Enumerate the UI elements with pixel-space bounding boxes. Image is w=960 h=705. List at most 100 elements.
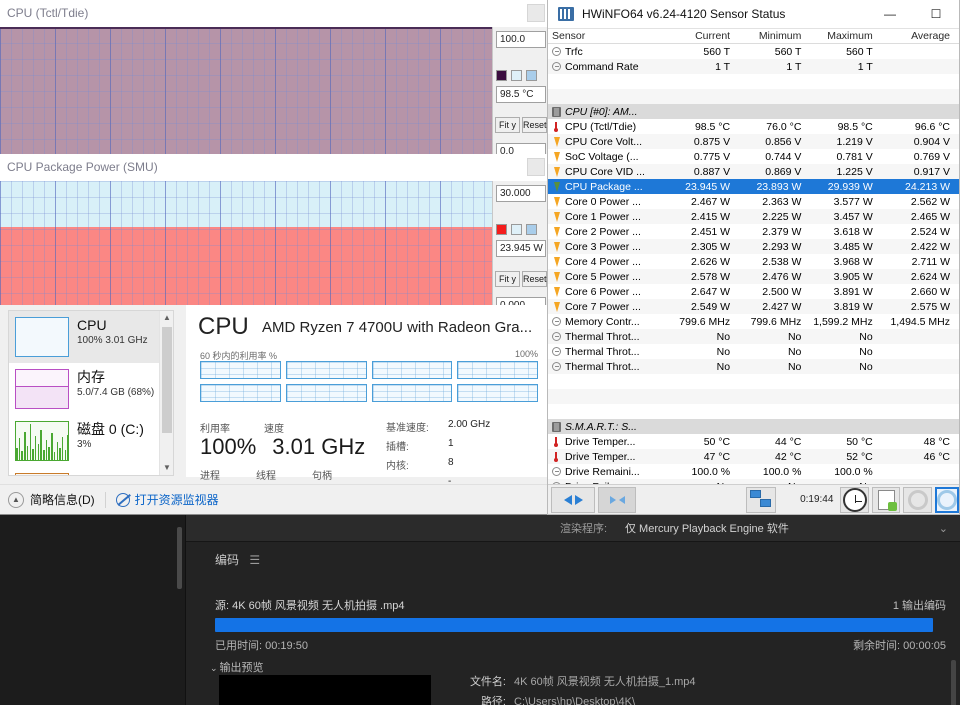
graph-close-button-0[interactable] <box>527 4 545 22</box>
graph-swatch-current-1[interactable] <box>496 224 507 235</box>
graph-reset-button-0[interactable]: Reset <box>522 117 547 133</box>
sensor-row[interactable]: CPU Core Volt... 0.875 V 0.856 V 1.219 V 0.9… <box>548 134 959 149</box>
scroll-thumb[interactable] <box>162 327 172 433</box>
task-manager-list-item[interactable]: Wi-Fi <box>9 467 173 475</box>
output-preview-toggle[interactable]: ⌄ 输出预览 <box>210 659 264 675</box>
configure-button[interactable] <box>934 486 959 513</box>
settings-button[interactable] <box>903 486 932 513</box>
graph-fity-button-0[interactable]: Fit y <box>495 117 520 133</box>
minimize-button[interactable]: — <box>867 0 913 29</box>
sensor-row[interactable]: Core 6 Power ... 2.647 W 2.500 W 3.891 W 2.6… <box>548 284 959 299</box>
open-resource-monitor-link[interactable]: 打开资源监视器 <box>115 491 219 508</box>
fewer-details-button[interactable]: ▲ 简略信息(D) <box>8 491 95 508</box>
voltage-icon <box>552 151 561 162</box>
task-manager-cpu-detail: CPU AMD Ryzen 7 4700U with Radeon Gra...… <box>186 305 548 487</box>
cpu-spec-value: 2.00 GHz <box>448 419 491 430</box>
sensor-row[interactable]: CPU Core VID ... 0.887 V 0.869 V 1.225 V 0.9… <box>548 164 959 179</box>
output-meta-value: 4K 60帧 风景视频 无人机拍摄_1.mp4 <box>514 676 696 688</box>
task-manager-list-item[interactable]: 内存 5.0/7.4 GB (68%) <box>9 363 173 415</box>
sensor-row[interactable]: Core 4 Power ... 2.626 W 2.538 W 3.968 W 2.7… <box>548 254 959 269</box>
sensor-row[interactable]: Thermal Throt... No No No <box>548 359 959 374</box>
sensor-row[interactable]: CPU Package ... 23.945 W 23.893 W 29.939 W 2… <box>548 179 959 194</box>
scroll-down-icon[interactable]: ▼ <box>160 461 173 475</box>
graph-close-button-1[interactable] <box>527 158 545 176</box>
sensor-row[interactable]: CPU (Tctl/Tdie) 98.5 °C 76.0 °C 98.5 °C 96.6… <box>548 119 959 134</box>
sensor-name-label: Drive Remaini... <box>565 465 640 478</box>
sensor-row[interactable]: Command Rate 1 T 1 T 1 T <box>548 59 959 74</box>
sensor-table[interactable]: Sensor Current Minimum Maximum Average T… <box>548 29 959 484</box>
graph-swatch-min-1[interactable] <box>511 224 522 235</box>
column-header-minimum[interactable]: Minimum <box>739 30 810 42</box>
cpu-logical-core-graphs[interactable] <box>200 361 538 402</box>
graph-fity-button-1[interactable]: Fit y <box>495 271 520 287</box>
renderer-value[interactable]: 仅 Mercury Playback Engine 软件 <box>625 520 789 536</box>
list-scrollbar[interactable]: ▲ ▼ <box>159 311 173 475</box>
navigate-prev-next-button[interactable] <box>551 486 596 513</box>
sensor-average-value: 2.422 W <box>910 240 950 253</box>
cpu-graph-axis-max: 100% <box>514 349 538 359</box>
polling-interval-button[interactable] <box>840 486 869 513</box>
collapse-expand-button[interactable] <box>598 486 636 513</box>
graph-reset-button-1[interactable]: Reset <box>522 271 547 287</box>
menu-hamburger-icon[interactable]: ☰ <box>249 553 260 567</box>
cpu-process-label: 进程 <box>200 471 220 482</box>
column-header-average[interactable]: Average <box>882 30 959 42</box>
scroll-up-icon[interactable]: ▲ <box>160 311 173 325</box>
graph-swatch-min-0[interactable] <box>511 70 522 81</box>
sensor-row[interactable]: Thermal Throt... No No No <box>548 329 959 344</box>
logging-button[interactable] <box>871 486 901 513</box>
graph-swatch-max-0[interactable] <box>526 70 537 81</box>
sensor-row[interactable]: Core 5 Power ... 2.578 W 2.476 W 3.905 W 2.6… <box>548 269 959 284</box>
sensor-name-label: CPU Core VID ... <box>565 165 645 178</box>
output-meta-row: 文件名: 4K 60帧 风景视频 无人机拍摄_1.mp4 <box>448 673 696 689</box>
sensor-row[interactable]: Core 0 Power ... 2.467 W 2.363 W 3.577 W 2.5… <box>548 194 959 209</box>
sensor-row[interactable]: Drive Temper... 50 °C 44 °C 50 °C 48 °C <box>548 434 959 449</box>
sensor-row[interactable]: Memory Contr... 799.6 MHz 799.6 MHz 1,599.2… <box>548 314 959 329</box>
sensor-current-value: 2.626 W <box>690 255 731 268</box>
graph-ymax-input-1[interactable]: 30.000 <box>496 185 546 202</box>
column-header-maximum[interactable]: Maximum <box>810 30 881 42</box>
sensor-row[interactable]: Core 2 Power ... 2.451 W 2.379 W 3.618 W 2.5… <box>548 224 959 239</box>
renderer-label: 渲染程序: <box>560 523 608 535</box>
graph-swatch-current-0[interactable] <box>496 70 507 81</box>
sensor-spacer-row <box>548 389 959 404</box>
graph-swatch-max-1[interactable] <box>526 224 537 235</box>
gear-icon <box>907 489 928 510</box>
sensor-maximum-value: 29.939 W <box>827 180 873 193</box>
sensor-group-row[interactable]: S.M.A.R.T.: S... <box>548 419 959 434</box>
sensor-row[interactable]: Thermal Throt... No No No <box>548 344 959 359</box>
list-item-name: 磁盘 0 (C:) <box>77 421 144 437</box>
sensor-name-cell: CPU Package ... <box>548 181 668 193</box>
sensor-row[interactable]: Core 7 Power ... 2.549 W 2.427 W 3.819 W 2.5… <box>548 299 959 314</box>
sensor-name-label: Memory Contr... <box>565 315 640 328</box>
hwinfo-titlebar[interactable]: HWiNFO64 v6.24-4120 Sensor Status — ☐ <box>548 0 959 29</box>
sensor-name-cell: Thermal Throt... <box>548 346 668 358</box>
sensor-row[interactable]: Drive Remaini... 100.0 % 100.0 % 100.0 % <box>548 464 959 479</box>
encoder-left-scrollbar[interactable] <box>177 527 182 589</box>
fewer-details-label: 简略信息(D) <box>30 493 95 507</box>
maximize-button[interactable]: ☐ <box>913 0 959 29</box>
network-icon <box>749 489 772 510</box>
column-header-sensor[interactable]: Sensor <box>548 30 668 42</box>
sensor-row[interactable]: Drive Temper... 47 °C 42 °C 52 °C 46 °C <box>548 449 959 464</box>
sensor-row[interactable]: Trfc 560 T 560 T 560 T <box>548 44 959 59</box>
task-manager-list-item[interactable]: 磁盘 0 (C:) 3% <box>9 415 173 467</box>
graph-ymax-input-0[interactable]: 100.0 <box>496 31 546 48</box>
sensor-row[interactable]: SoC Voltage (... 0.775 V 0.744 V 0.781 V 0.7… <box>548 149 959 164</box>
remote-sensors-button[interactable] <box>745 486 777 513</box>
sensor-minimum-value: 2.500 W <box>762 285 802 298</box>
sensor-name-cell: Thermal Throt... <box>548 331 668 343</box>
sensor-name-label: S.M.A.R.T.: S... <box>565 420 637 433</box>
sensor-row[interactable]: Core 1 Power ... 2.415 W 2.225 W 3.457 W 2.4… <box>548 209 959 224</box>
sensor-name-cell: Trfc <box>548 46 668 58</box>
column-header-current[interactable]: Current <box>668 30 739 42</box>
sensor-current-value: 2.415 W <box>690 210 731 223</box>
sensor-average-value: 2.562 W <box>910 195 950 208</box>
sensor-row[interactable]: Core 3 Power ... 2.305 W 2.293 W 3.485 W 2.4… <box>548 239 959 254</box>
renderer-dropdown-chevron-icon[interactable]: ⌄ <box>939 522 948 535</box>
sensor-name-cell: CPU [#0]: AM... <box>548 106 668 118</box>
sensor-name-label: CPU [#0]: AM... <box>565 105 638 118</box>
encoder-right-scrollbar[interactable] <box>951 660 956 705</box>
task-manager-list-item[interactable]: CPU 100% 3.01 GHz <box>9 311 173 363</box>
sensor-group-row[interactable]: CPU [#0]: AM... <box>548 104 959 119</box>
